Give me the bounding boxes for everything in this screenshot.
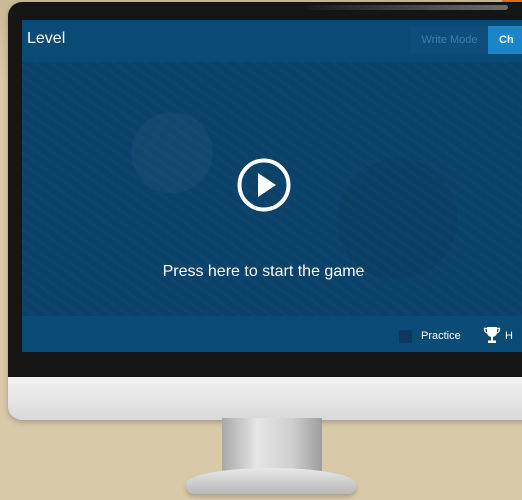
monitor-chin bbox=[8, 377, 522, 420]
game-screen: Level Write Mode Ch Press here to start … bbox=[22, 20, 522, 352]
h-label[interactable]: H bbox=[505, 330, 513, 342]
footer-bar: Practice H bbox=[22, 316, 522, 352]
start-game-button[interactable]: Press here to start the game bbox=[22, 62, 522, 316]
tab-ch[interactable]: Ch bbox=[488, 26, 522, 54]
tab-write-mode[interactable]: Write Mode bbox=[411, 26, 488, 54]
level-title: Level bbox=[27, 30, 66, 47]
practice-label[interactable]: Practice bbox=[421, 330, 461, 342]
bezel-highlight bbox=[308, 5, 508, 10]
trophy-icon[interactable] bbox=[483, 326, 501, 344]
start-game-label: Press here to start the game bbox=[162, 263, 365, 280]
monitor-stand-neck bbox=[222, 418, 322, 472]
practice-checkbox[interactable] bbox=[399, 330, 412, 343]
monitor-stand-base bbox=[186, 468, 356, 494]
play-circle-icon[interactable] bbox=[237, 158, 291, 212]
mode-tabs: Write Mode Ch bbox=[411, 26, 522, 54]
header-bar: Level Write Mode Ch bbox=[22, 20, 522, 62]
